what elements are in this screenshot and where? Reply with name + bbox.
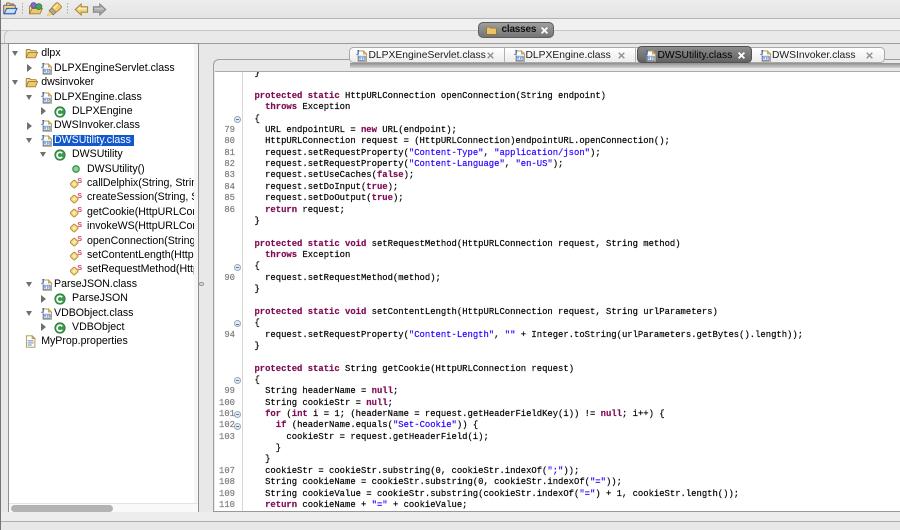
svg-text:010: 010 — [517, 57, 523, 61]
svg-text:S: S — [77, 207, 82, 214]
svg-text:S: S — [77, 222, 82, 229]
svg-text:S: S — [77, 193, 82, 200]
svg-text:010: 010 — [44, 69, 50, 73]
svg-text:S: S — [77, 236, 82, 243]
svg-text:010: 010 — [763, 57, 769, 61]
svg-text:010: 010 — [44, 127, 50, 131]
svg-text:S: S — [77, 250, 82, 257]
svg-text:S: S — [77, 178, 82, 185]
svg-text:010: 010 — [44, 285, 50, 289]
svg-text:010: 010 — [44, 98, 50, 102]
svg-text:010: 010 — [44, 314, 50, 318]
svg-text:S: S — [77, 265, 82, 272]
svg-text:010: 010 — [359, 57, 365, 61]
svg-text:010: 010 — [648, 57, 654, 61]
svg-text:010: 010 — [44, 141, 50, 145]
